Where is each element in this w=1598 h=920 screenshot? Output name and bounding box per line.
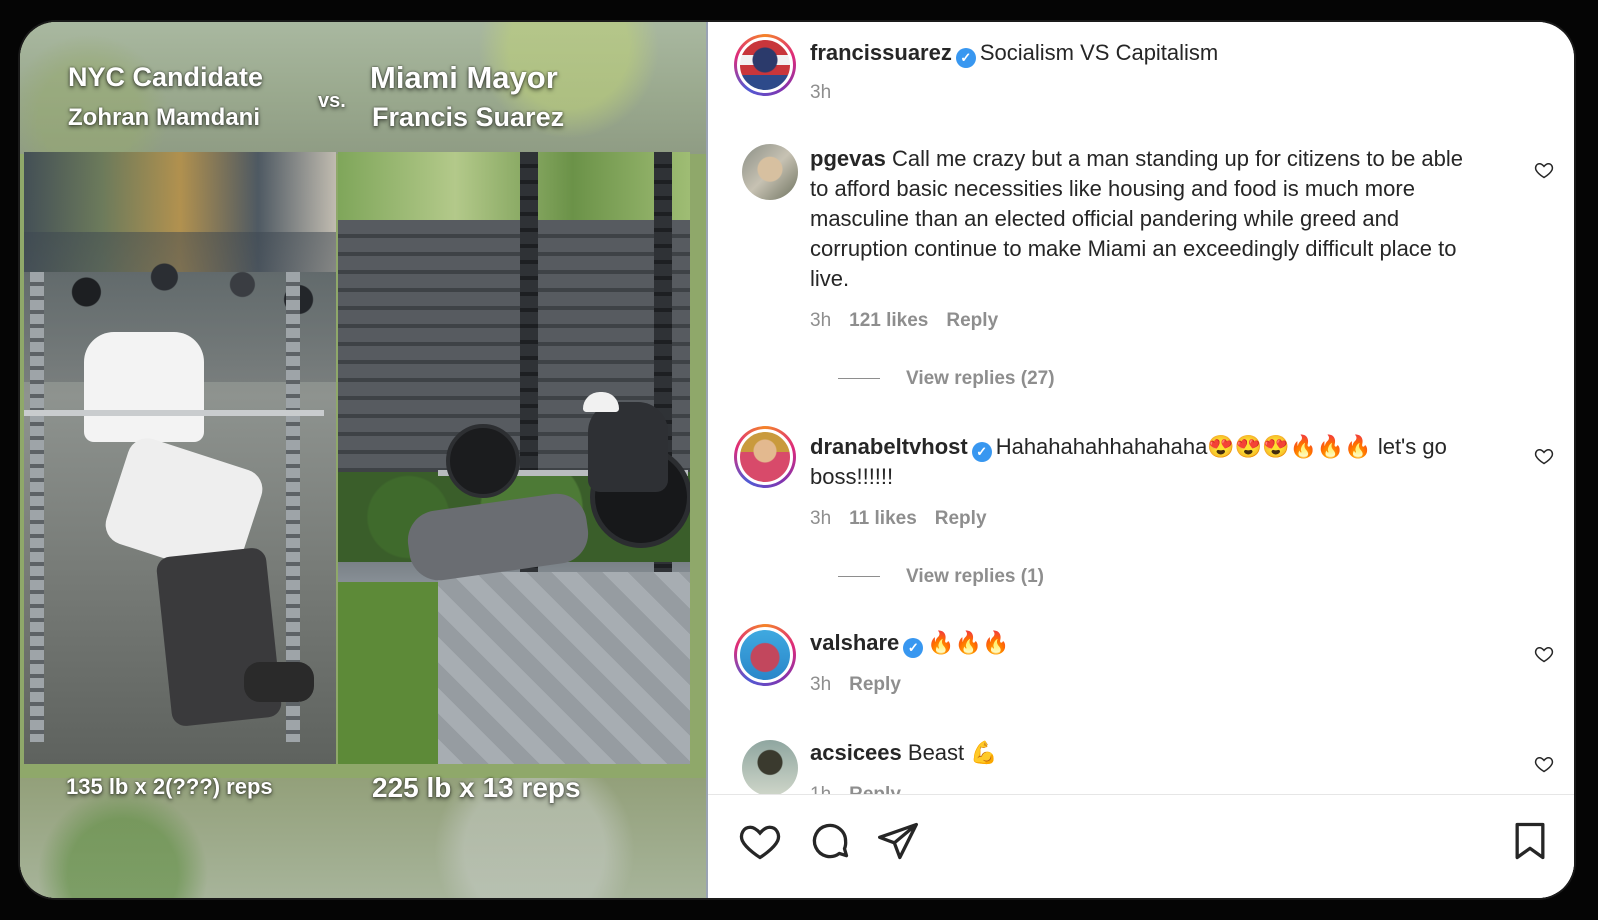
verified-badge-icon: ✓ (903, 638, 924, 658)
comment-username[interactable]: valshare (810, 630, 899, 655)
right-candidate-title: Miami Mayor (370, 60, 558, 95)
right-reps-label: 225 lb x 13 reps (372, 772, 581, 803)
reply-button[interactable]: Reply (849, 674, 901, 695)
comment-2: dranabeltvhost ✓ Hahahahahhahahaha😍😍😍🔥🔥🔥 l… (810, 432, 1500, 492)
post-author-username[interactable]: francissuarez (810, 40, 952, 65)
comment-time: 3h (810, 310, 832, 331)
post-author-avatar[interactable] (734, 34, 796, 96)
send-icon[interactable] (876, 819, 920, 863)
versus-label: vs. (318, 90, 346, 112)
view-replies-button[interactable]: View replies (27) (838, 368, 1055, 390)
post-media[interactable]: NYC Candidate Zohran Mamdani vs. Miami M… (20, 22, 706, 898)
comment-likes[interactable]: 11 likes (849, 508, 917, 529)
divider-line (838, 576, 880, 578)
reply-button[interactable]: Reply (946, 310, 998, 331)
comment-1: pgevas Call me crazy but a man standing … (810, 144, 1480, 294)
post-caption-row: francissuarez ✓ Socialism VS Capitalism (810, 38, 1218, 68)
comment-time: 3h (810, 674, 832, 695)
avatar[interactable] (734, 624, 796, 686)
verified-badge-icon: ✓ (955, 48, 976, 68)
left-reps-label: 135 lb x 2(???) reps (66, 774, 273, 799)
comments-panel: francissuarez ✓ Socialism VS Capitalism 3h… (708, 22, 1574, 898)
comment-text: 🔥🔥🔥 (927, 630, 1010, 655)
comment-time: 3h (810, 508, 832, 529)
avatar[interactable] (734, 426, 796, 488)
heart-icon[interactable] (738, 819, 782, 863)
comment-like-heart-icon[interactable] (1534, 754, 1554, 774)
comment-like-heart-icon[interactable] (1534, 644, 1554, 664)
right-photo (338, 152, 690, 764)
left-candidate-name: Zohran Mamdani (68, 104, 261, 131)
left-photo (24, 152, 336, 764)
comment-meta: 3h 11 likes Reply (810, 508, 1005, 530)
comment-meta: 3h 121 likes Reply (810, 310, 1016, 332)
comment-likes[interactable]: 121 likes (849, 310, 928, 331)
comment-meta: 3h Reply (810, 674, 919, 696)
divider-line (838, 378, 880, 380)
post-time: 3h (810, 82, 832, 103)
comment-text: Beast 💪 (907, 740, 998, 765)
comment-username[interactable]: dranabeltvhost (810, 434, 968, 459)
comment-icon[interactable] (808, 819, 852, 863)
comment-4: acsicees Beast 💪 (810, 738, 1500, 768)
reply-button[interactable]: Reply (935, 508, 987, 529)
comment-text: Call me crazy but a man standing up for … (810, 146, 1464, 291)
bookmark-icon[interactable] (1508, 819, 1552, 863)
post-caption: Socialism VS Capitalism (979, 40, 1219, 65)
verified-badge-icon: ✓ (971, 442, 992, 462)
view-replies-button[interactable]: View replies (1) (838, 566, 1044, 588)
left-candidate-title: NYC Candidate (68, 62, 264, 92)
action-bar (708, 794, 1574, 898)
avatar[interactable] (742, 740, 798, 796)
comment-3: valshare ✓ 🔥🔥🔥 (810, 628, 1500, 658)
comment-like-heart-icon[interactable] (1534, 160, 1554, 180)
comment-username[interactable]: acsicees (810, 740, 902, 765)
instagram-post-card: NYC Candidate Zohran Mamdani vs. Miami M… (20, 22, 1574, 898)
avatar[interactable] (742, 144, 798, 200)
comment-like-heart-icon[interactable] (1534, 446, 1554, 466)
comment-username[interactable]: pgevas (810, 146, 886, 171)
right-candidate-name: Francis Suarez (372, 102, 565, 132)
